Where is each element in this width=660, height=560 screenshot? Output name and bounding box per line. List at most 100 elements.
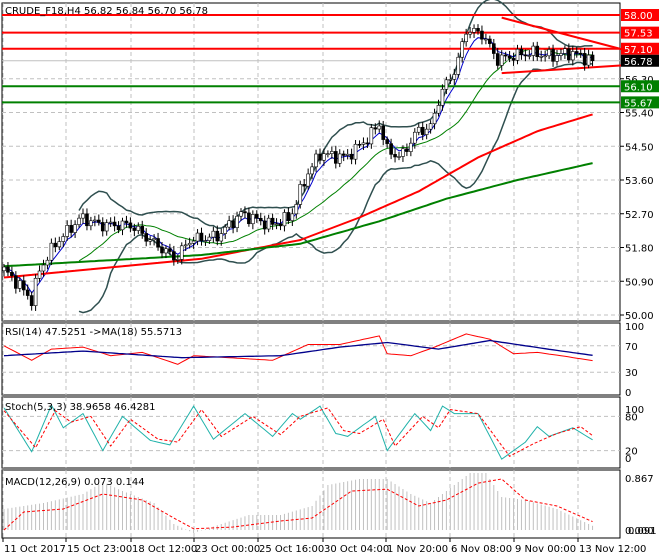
candle-body	[314, 153, 318, 168]
candle-body	[6, 266, 10, 273]
level-price-label: 58.00	[624, 11, 653, 22]
candle-body	[160, 246, 164, 254]
candle-body	[148, 239, 152, 242]
x-axis-label: 13 Nov 12:00	[579, 544, 646, 555]
candle-body	[183, 244, 188, 247]
candle-body	[33, 277, 38, 306]
candle-body	[219, 233, 224, 242]
candle-body	[302, 184, 307, 187]
candle-body	[385, 139, 389, 144]
candle-body	[286, 212, 291, 221]
candle-body	[373, 127, 378, 130]
stoch-tick-label: 80	[625, 412, 638, 423]
rsi-tick-label: 100	[625, 322, 644, 333]
rsi-tick-label: 70	[625, 342, 638, 353]
candle-body	[570, 51, 575, 61]
candle-body	[306, 173, 310, 187]
candle-body	[274, 223, 279, 226]
candle-body	[144, 233, 148, 242]
current-price-label: 56.78	[624, 57, 653, 68]
candle-body	[37, 270, 42, 279]
level-price-label: 55.67	[624, 98, 653, 109]
candle-body	[582, 53, 587, 66]
candle-body	[405, 148, 409, 152]
candle-body	[590, 54, 595, 62]
candle-body	[326, 153, 330, 155]
rsi-title: RSI(14) 47.5251 ->MA(18) 55.5713	[5, 327, 182, 338]
candle-body	[563, 48, 567, 54]
candle-body	[381, 125, 386, 140]
candle-body	[551, 49, 555, 62]
candle-body	[519, 48, 524, 56]
candle-body	[511, 58, 516, 61]
stoch-tick-label: 0	[625, 454, 631, 465]
candle-body	[112, 221, 117, 227]
candle-body	[464, 33, 468, 42]
candle-body	[412, 131, 417, 144]
rsi-tick-label: 0	[625, 388, 631, 399]
price-tick-label: 50.00	[625, 311, 654, 322]
candle-body	[85, 213, 89, 227]
candle-body	[227, 220, 231, 228]
candle-body	[168, 248, 172, 252]
candle-body	[176, 259, 180, 261]
candle-body	[365, 142, 370, 145]
candle-body	[337, 153, 342, 164]
candle-body	[152, 238, 156, 241]
candle-body	[53, 242, 58, 248]
candle-body	[251, 214, 255, 225]
candle-body	[353, 143, 358, 160]
candle-body	[247, 212, 251, 225]
candle-body	[73, 224, 77, 233]
grid	[1, 2, 621, 539]
candle-body	[555, 55, 559, 62]
candle-body	[239, 211, 243, 217]
candle-body	[61, 236, 66, 242]
candle-body	[432, 112, 437, 125]
candle-body	[495, 53, 500, 66]
candle-body	[531, 45, 536, 56]
candle-body	[199, 232, 204, 241]
candle-body	[499, 54, 504, 66]
candle-body	[341, 153, 346, 156]
candle-body	[191, 240, 196, 244]
trading-chart[interactable]: 11 Oct 2017 15 Oct 23:00 18 Oct 12:0023 Oc…	[0, 0, 660, 560]
candle-body	[468, 32, 472, 35]
candle-body	[523, 54, 528, 57]
rsi-tick-label: 30	[625, 368, 638, 379]
candle-body	[357, 143, 362, 146]
candle-body	[223, 226, 227, 234]
price-tick-label: 54.50	[625, 142, 654, 153]
candle-body	[567, 48, 571, 61]
level-price-label: 57.53	[624, 29, 653, 40]
candle-body	[14, 275, 18, 289]
candle-body	[136, 225, 141, 231]
candle-body	[448, 79, 453, 81]
candle-body	[507, 55, 512, 59]
candle-body	[116, 225, 121, 231]
candle-body	[172, 251, 176, 261]
candle-body	[93, 219, 97, 222]
candle-body	[120, 220, 125, 231]
x-axis-label: 6 Nov 08:00	[451, 544, 512, 555]
candle-body	[100, 222, 105, 232]
candle-body	[547, 49, 551, 57]
candle-body	[10, 271, 14, 276]
candle-body	[2, 266, 6, 272]
price-tick-label: 52.70	[625, 210, 654, 221]
candle-body	[491, 43, 496, 54]
candle-body	[207, 236, 212, 241]
candle-body	[393, 154, 397, 158]
candle-body	[484, 38, 488, 41]
macd-title: MACD(12,26,9) 0.073 0.144	[5, 477, 145, 488]
price-tick-label: 53.60	[625, 176, 654, 187]
x-axis-label: 11 Oct 2017	[4, 544, 66, 555]
candle-body	[330, 151, 334, 154]
candle-body	[480, 30, 484, 40]
candle-body	[515, 48, 520, 61]
candle-body	[97, 219, 101, 223]
candle-body	[294, 204, 299, 215]
candle-body	[377, 125, 382, 130]
candle-body	[333, 151, 338, 164]
candle-body	[108, 221, 113, 224]
